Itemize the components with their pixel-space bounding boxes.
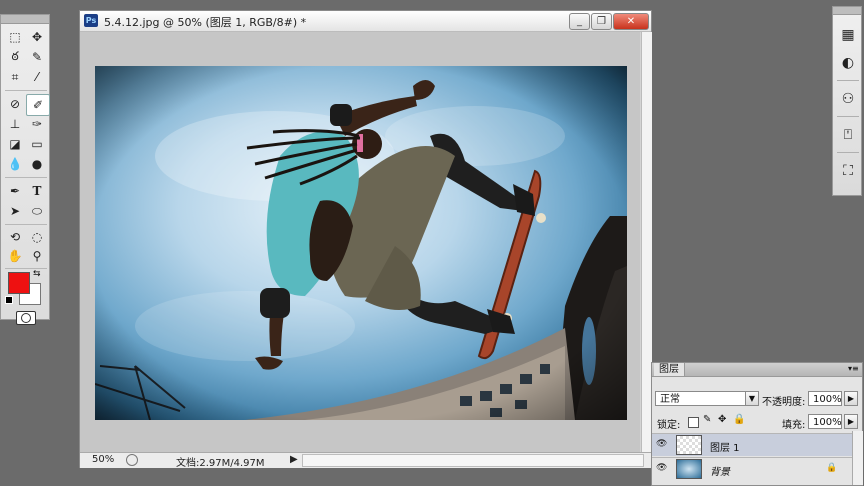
lock-brush-icon[interactable]: ✎ [703,414,711,425]
layers-panel: 图层 ▾≡ 正常 ▼ 不透明度: 100% ▶ 锁定: ✎ ✥ 🔒 填充: 10… [651,362,863,486]
lock-transparent-icon[interactable] [688,417,699,428]
lock-label: 锁定: [657,420,681,431]
history-brush-icon[interactable]: ✑ [26,114,48,134]
lasso-icon[interactable]: ఠ [4,47,26,67]
dock-grip[interactable] [833,7,861,15]
blend-mode-select[interactable]: 正常 [655,391,750,406]
opacity-arrow-icon[interactable]: ▶ [844,391,858,406]
stamp-icon[interactable]: ⊥ [4,114,26,134]
close-button[interactable]: ✕ [613,13,649,30]
swap-colors-icon[interactable]: ⇆ [33,269,41,279]
layers-tab-bar: 图层 ▾≡ [652,363,862,377]
document-title: 5.4.12.jpg @ 50% (图层 1, RGB/8#) * [104,16,307,29]
opacity-label: 不透明度: [762,397,806,408]
fill-field[interactable]: 100% [808,414,842,429]
layer-thumbnail[interactable] [676,459,702,479]
grid-icon[interactable]: ▦ [837,24,859,46]
document-size: 文档:2.97M/4.97M [176,458,265,469]
minimize-button[interactable]: _ [569,13,590,30]
transform-icon[interactable]: ⛶ [837,160,859,182]
3d-rotate-icon[interactable]: ⟲ [4,227,26,247]
canvas-area[interactable] [80,32,640,452]
panel-menu-icon[interactable]: ▾≡ [848,364,859,373]
photoshop-doc-icon: Ps [84,14,98,27]
chevron-down-icon[interactable]: ▼ [745,391,759,406]
healing-icon[interactable]: ⊘ [4,94,26,114]
skateboarder-photo[interactable] [95,66,627,420]
lock-icon: 🔒 [826,463,838,473]
layers-scrollbar[interactable] [852,431,863,485]
crop-icon[interactable]: ⌗ [4,67,26,87]
toolbox-grip[interactable] [1,15,49,24]
hand-icon[interactable]: ✋ [4,246,26,266]
marquee-icon[interactable]: ⬚ [4,27,26,47]
foreground-color-swatch[interactable] [8,272,30,294]
eye-icon[interactable]: 👁 [656,463,668,475]
status-menu-arrow[interactable]: ▶ [290,454,298,465]
fill-arrow-icon[interactable]: ▶ [844,414,858,429]
dodge-icon[interactable]: ● [26,154,48,174]
pen-icon[interactable]: ✒ [4,181,26,201]
lock-move-icon[interactable]: ✥ [718,414,726,425]
opacity-field[interactable]: 100% [808,391,842,406]
gradient-icon[interactable]: ▭ [26,134,48,154]
type-icon[interactable]: T [26,181,48,201]
lock-all-icon[interactable]: 🔒 [733,414,745,425]
layer-row-background[interactable]: 👁 背景 🔒 [652,457,852,480]
layer-row-1[interactable]: 👁 图层 1 [652,433,852,456]
quick-mask-icon[interactable] [16,311,36,325]
quick-select-icon[interactable]: ✎ [26,47,48,67]
3d-orbit-icon[interactable]: ◌ [26,227,48,247]
shape-icon[interactable]: ⬭ [26,201,48,221]
path-select-icon[interactable]: ➤ [4,201,26,221]
zoom-icon[interactable]: ⚲ [26,246,48,266]
contrast-icon[interactable]: ◐ [837,52,859,74]
fill-label: 填充: [782,420,806,431]
tab-layers[interactable]: 图层 [654,363,685,376]
brush-icon[interactable]: ✐ [26,94,50,116]
layer-name[interactable]: 背景 [710,463,730,478]
status-bar: 50% 文档:2.97M/4.97M ▶ [80,452,651,469]
eraser-icon[interactable]: ◪ [4,134,26,154]
panel-dock: ▦ ◐ ⚇ ⍞ ⛶ [832,6,862,196]
layer-name[interactable]: 图层 1 [710,439,740,454]
zoom-preview-icon[interactable] [126,454,138,466]
layer-thumbnail[interactable] [676,435,702,455]
restore-button[interactable]: ❐ [591,13,612,30]
document-title-bar[interactable]: Ps 5.4.12.jpg @ 50% (图层 1, RGB/8#) * _ ❐… [80,11,651,32]
horizontal-scrollbar[interactable] [302,454,644,467]
eyedropper-icon[interactable]: ⁄ [26,67,48,87]
toolbox: ⬚ ✥ ఠ ✎ ⌗ ⁄ ⊘ ✐ ⊥ ✑ ◪ ▭ 💧 ● ✒ T ➤ ⬭ ⟲ ◌ … [0,14,50,325]
zoom-level[interactable]: 50% [92,454,114,465]
eye-icon[interactable]: 👁 [656,439,668,451]
spheres-icon[interactable]: ⚇ [837,88,859,110]
move-icon[interactable]: ✥ [26,27,48,47]
adjust-icon[interactable]: ⍞ [837,124,859,146]
document-window: Ps 5.4.12.jpg @ 50% (图层 1, RGB/8#) * _ ❐… [79,10,652,469]
default-colors-icon[interactable] [5,296,13,304]
blur-icon[interactable]: 💧 [4,154,26,174]
